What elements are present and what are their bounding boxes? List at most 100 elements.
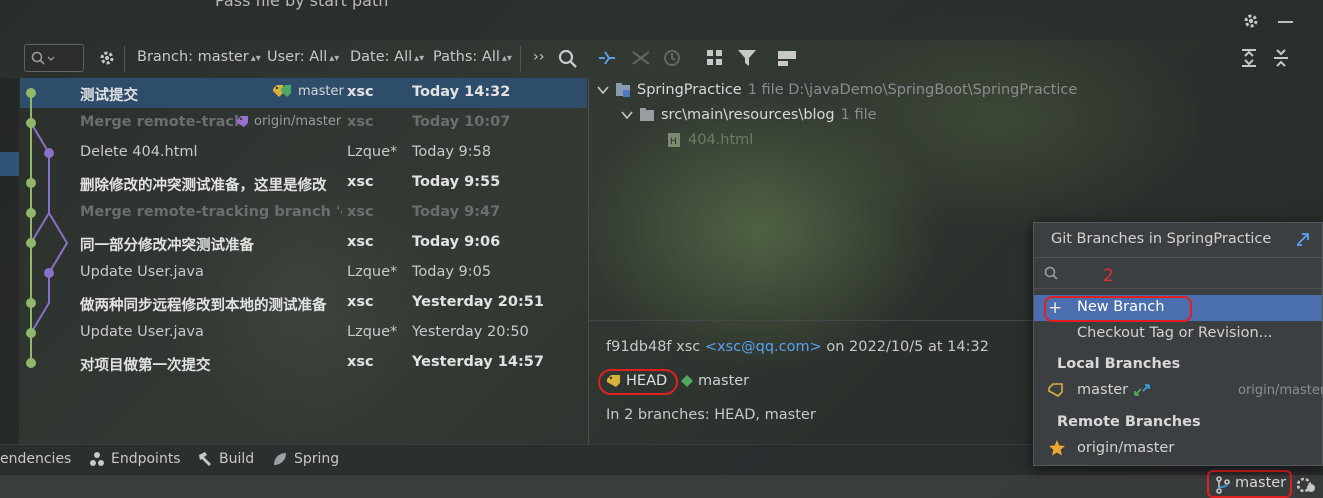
commit-row[interactable]: 同一部分修改冲突测试准备 xsc Today 9:06 [20,228,587,258]
commit-row[interactable]: 测试提交 master xsc Today 14:32 [20,78,587,108]
settings-icon[interactable] [98,49,116,67]
user-filter-label: User: All [267,49,328,65]
tab-dependencies[interactable]: endencies [0,451,71,467]
tab-build[interactable]: Build [197,451,254,467]
sync-arrows-icon [1134,384,1151,396]
commit-message: 做两种同步远程修改到本地的测试准备 [80,298,327,314]
git-branch-icon [1215,476,1231,494]
local-branch-item[interactable]: master origin/master [1034,378,1323,404]
commit-message: 测试提交 [80,88,138,104]
hammer-icon [199,452,211,466]
commit-message: Update User.java [80,264,204,280]
tag-icon [273,84,291,97]
commit-email-link[interactable]: <xsc@qq.com> [705,339,822,355]
commit-message: 删除修改的冲突测试准备，这里是修改 [80,178,327,194]
search-icon [31,51,57,65]
commit-row[interactable]: Delete 404.html Lzque* Today 9:58 [20,138,587,168]
separator [124,46,125,72]
search-icon [1044,266,1058,280]
group-icon[interactable] [705,48,725,68]
date-filter[interactable]: Date: All ▴▾ [350,49,424,65]
preview-icon[interactable] [776,48,798,68]
spring-leaf-icon [274,453,286,465]
commit-message: Merge remote-tracking branch 'ori [80,204,342,220]
search-icon[interactable] [558,49,578,69]
commit-list: 测试提交 master xsc Today 14:32 Merge remote… [20,78,587,378]
branch-search-input[interactable] [1034,257,1322,289]
expand-all-icon[interactable] [1240,48,1258,68]
commit-row[interactable]: 做两种同步远程修改到本地的测试准备 xsc Yesterday 20:51 [20,288,587,318]
html-file-icon: H [668,133,680,147]
remote-branch-label: origin/master [1077,440,1175,456]
head-tag: HEAD [606,373,667,389]
log-search-input[interactable] [24,44,84,72]
status-bar [0,474,1323,498]
commit-message: Merge remote-track [80,114,240,130]
commit-author: Lzque* [347,324,398,340]
contained-in-branches: In 2 branches: HEAD, master [606,407,816,423]
tree-root-info: 1 file D:\javaDemo\SpringBoot\SpringPrac… [747,82,1078,98]
expand-icon[interactable] [597,48,617,68]
commit-author: xsc [347,354,374,370]
collapse-all-icon[interactable] [1272,48,1290,68]
minimize-icon[interactable] [1278,21,1293,23]
details-divider [588,320,1034,321]
commit-date: Today 9:55 [412,174,501,190]
master-tag: master [680,373,749,389]
commit-author: xsc [347,294,374,310]
more-filters-button[interactable]: ›› [533,49,545,65]
local-branches-header: Local Branches [1057,356,1181,372]
commit-row[interactable]: 对项目做第一次提交 xsc Yesterday 14:57 [20,348,587,378]
commit-author: Lzque* [347,144,398,160]
checkout-tag-item[interactable]: Checkout Tag or Revision... [1034,321,1322,347]
filter-icon[interactable] [737,48,757,68]
tab-spring[interactable]: Spring [272,451,339,467]
history-icon[interactable] [662,48,682,68]
tree-file-node[interactable]: H 404.html [666,132,753,152]
tab-endpoints[interactable]: Endpoints [89,451,181,467]
commit-author: xsc [347,174,374,190]
left-tool-strip [0,78,19,444]
commit-row[interactable]: Merge remote-track origin/master xsc Tod… [20,108,587,138]
commit-row[interactable]: Update User.java Lzque* Yesterday 20:50 [20,318,587,348]
commit-date: Today 9:06 [412,234,501,250]
commit-date: Today 9:47 [412,204,501,220]
tag-icon [607,375,620,387]
panel-divider[interactable] [588,78,589,444]
open-in-window-icon[interactable] [1296,232,1310,246]
commit-row[interactable]: Update User.java Lzque* Today 9:05 [20,258,587,288]
commit-row[interactable]: Merge remote-tracking branch 'ori xsc To… [20,198,587,228]
sort-arrows-icon: ▴▾ [250,53,261,64]
commit-date-detail: on 2022/10/5 at 14:32 [826,339,989,355]
user-filter[interactable]: User: All ▴▾ [267,49,339,65]
diff-icon[interactable] [630,48,652,68]
remote-branch-item[interactable]: origin/master [1034,436,1322,462]
commit-message: Update User.java [80,324,204,340]
commit-author: xsc [347,84,374,100]
commit-row[interactable]: 删除修改的冲突测试准备，这里是修改 xsc Today 9:55 [20,168,587,198]
truncated-top-text: Pass file by start path [215,0,389,10]
commit-ref: master [272,84,344,99]
commit-message: Delete 404.html [80,144,198,160]
commit-date: Today 10:07 [412,114,511,130]
commit-ref-label: origin/master [254,114,342,129]
commit-date: Today 14:32 [412,84,511,100]
popup-title: Git Branches in SpringPractice [1051,231,1272,247]
separator [520,46,521,72]
commit-graph [20,78,80,378]
star-icon [1048,439,1066,457]
tree-root-node[interactable]: SpringPractice 1 file D:\javaDemo\Spring… [597,82,1077,100]
paths-filter[interactable]: Paths: All ▴▾ [433,49,512,65]
branch-filter-label: Branch: master [137,49,249,65]
commit-author-detail: xsc [676,339,701,355]
tag-icon [1048,383,1064,397]
commit-hash-line: f91db48f xsc <xsc@qq.com> on 2022/10/5 a… [606,339,989,355]
tab-spring-label: Spring [294,451,340,467]
inspection-icon[interactable] [1296,476,1316,494]
gear-icon[interactable] [1242,12,1260,30]
tree-folder-node[interactable]: src\main\resources\blog 1 file [621,107,877,125]
svg-text:H: H [670,137,677,147]
branch-filter[interactable]: Branch: master ▴▾ [137,49,261,65]
commit-author: xsc [347,204,374,220]
new-branch-highlight [1044,296,1192,322]
